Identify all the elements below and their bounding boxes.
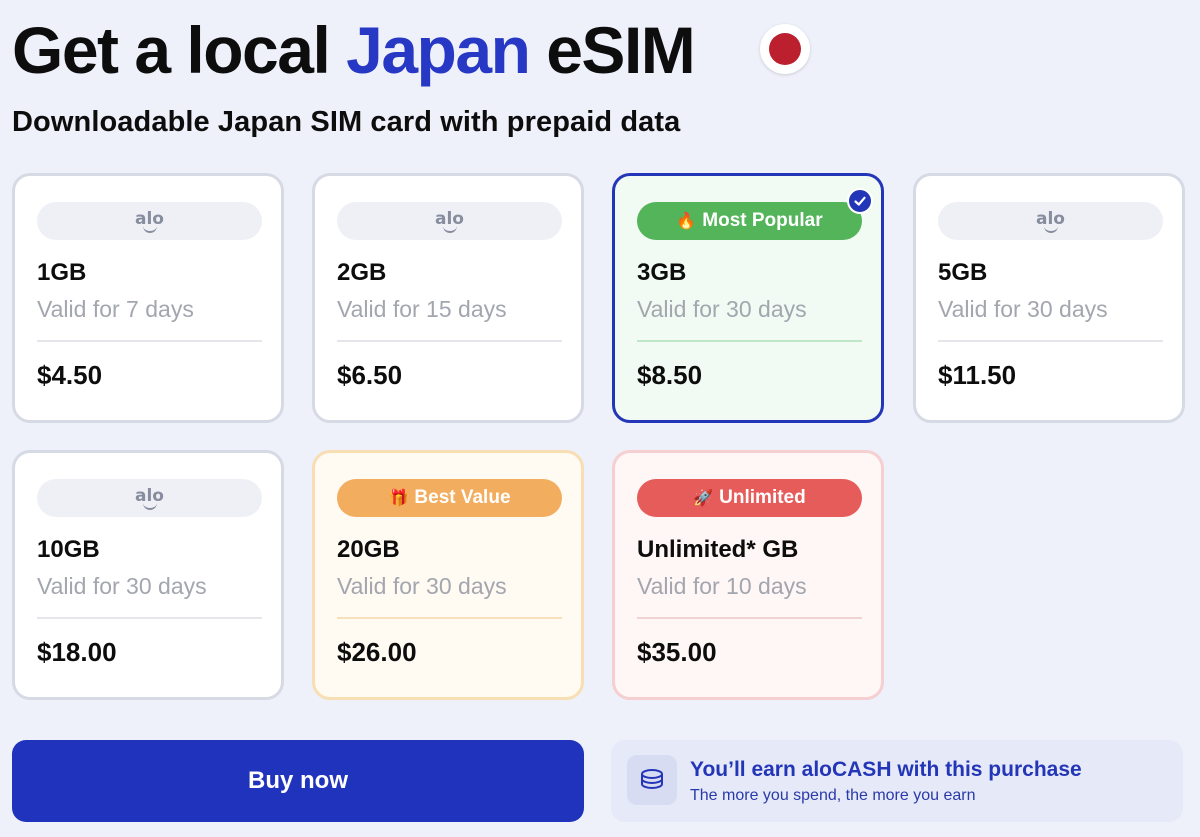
badge-label: Unlimited <box>719 487 806 508</box>
plan-data-amount: 3GB <box>637 259 687 286</box>
alo-logo-icon: alo <box>435 207 465 235</box>
alo-logo-icon: alo <box>1036 207 1066 235</box>
divider <box>337 617 562 619</box>
alocash-rewards-banner: You’ll earn aloCASH with this purchase T… <box>611 740 1183 822</box>
badge-label: Most Popular <box>702 210 823 231</box>
japan-flag-icon <box>760 24 810 74</box>
plan-price: $26.00 <box>337 637 417 667</box>
plan-price: $4.50 <box>37 360 103 390</box>
plan-card-20gb[interactable]: 🎁 Best Value 20GB Valid for 30 days $26.0… <box>312 450 584 700</box>
plan-data-amount: 2GB <box>337 259 387 286</box>
rocket-icon: 🚀 <box>693 490 714 507</box>
rewards-subtitle: The more you spend, the more you earn <box>690 787 976 804</box>
plan-card-3gb[interactable]: 🔥 Most Popular 3GB Valid for 30 days $8.5… <box>612 173 884 423</box>
plan-data-amount: 20GB <box>337 536 400 563</box>
plan-price: $35.00 <box>637 637 717 667</box>
plan-price: $18.00 <box>37 637 117 667</box>
plan-price: $8.50 <box>637 360 703 390</box>
plan-price: $6.50 <box>337 360 403 390</box>
plan-validity: Valid for 30 days <box>37 573 207 599</box>
plan-badge: alo <box>938 202 1163 240</box>
plan-badge: alo <box>337 202 562 240</box>
divider <box>37 340 262 342</box>
divider <box>37 617 262 619</box>
plan-validity: Valid for 30 days <box>938 296 1108 322</box>
plan-data-amount: Unlimited* GB <box>637 536 799 563</box>
plan-card-10gb[interactable]: alo 10GB Valid for 30 days $18.00 <box>12 450 284 700</box>
plan-validity: Valid for 30 days <box>337 573 507 599</box>
divider <box>637 617 862 619</box>
plan-validity: Valid for 15 days <box>337 296 507 322</box>
plan-price: $11.50 <box>938 360 1017 390</box>
plan-data-amount: 10GB <box>37 536 100 563</box>
plan-card-2gb[interactable]: alo 2GB Valid for 15 days $6.50 <box>312 173 584 423</box>
page-title: Get a local Japan eSIM <box>12 13 696 87</box>
fire-icon: 🔥 <box>676 213 697 230</box>
badge-label: Best Value <box>414 487 511 508</box>
plan-validity: Valid for 7 days <box>37 296 194 322</box>
plan-badge: alo <box>37 202 262 240</box>
alo-logo-icon: alo <box>135 207 165 235</box>
page-subtitle: Downloadable Japan SIM card with prepaid… <box>12 106 681 138</box>
plan-data-amount: 1GB <box>37 259 87 286</box>
plan-badge: alo <box>37 479 262 517</box>
divider <box>938 340 1163 342</box>
divider <box>337 340 562 342</box>
plan-card-5gb[interactable]: alo 5GB Valid for 30 days $11.50 <box>913 173 1185 423</box>
selected-check-icon <box>847 188 873 214</box>
coins-icon <box>627 755 677 805</box>
gift-icon: 🎁 <box>388 490 409 507</box>
most-popular-badge: 🔥 Most Popular <box>637 202 862 240</box>
plan-card-unlimited[interactable]: 🚀 Unlimited Unlimited* GB Valid for 10 da… <box>612 450 884 700</box>
plan-data-amount: 5GB <box>938 259 988 286</box>
plan-validity: Valid for 30 days <box>637 296 807 322</box>
country-name: Japan <box>346 13 531 87</box>
divider <box>637 340 862 342</box>
best-value-badge: 🎁 Best Value <box>337 479 562 517</box>
rewards-title: You’ll earn aloCASH with this purchase <box>690 758 1082 781</box>
alo-logo-icon: alo <box>135 484 165 512</box>
plan-card-1gb[interactable]: alo 1GB Valid for 7 days $4.50 <box>12 173 284 423</box>
unlimited-badge: 🚀 Unlimited <box>637 479 862 517</box>
buy-now-button[interactable]: Buy now <box>12 740 584 822</box>
plan-validity: Valid for 10 days <box>637 573 807 599</box>
